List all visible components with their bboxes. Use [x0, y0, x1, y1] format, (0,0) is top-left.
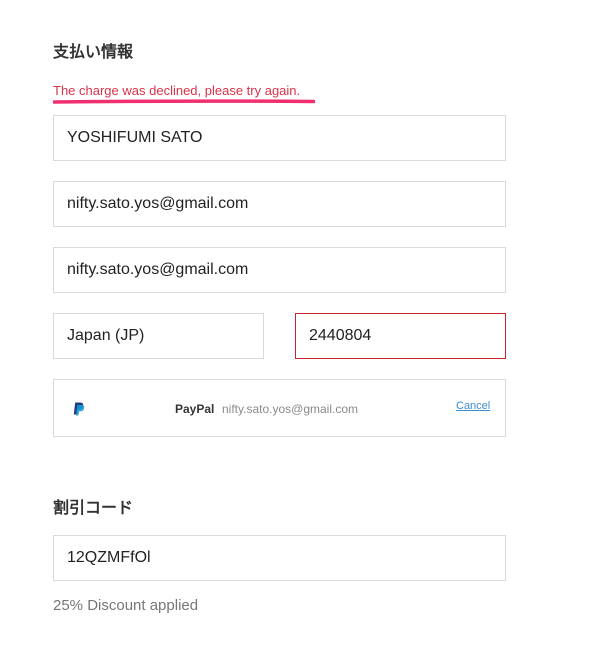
payment-error-message: The charge was declined, please try agai… — [53, 83, 301, 98]
email-input[interactable] — [53, 181, 506, 227]
discount-section-title: 割引コード — [53, 500, 134, 517]
payment-section-title: 支払い情報 — [53, 44, 134, 61]
discount-code-input[interactable] — [53, 535, 506, 581]
checkout-form: 支払い情報 The charge was declined, please tr… — [0, 0, 603, 645]
discount-status-text: 25% Discount applied — [53, 597, 199, 614]
error-highlight-underline — [53, 99, 315, 104]
cardholder-name-input[interactable] — [53, 115, 506, 161]
paypal-cancel-link[interactable]: Cancel — [456, 400, 490, 412]
email-confirm-input[interactable] — [53, 247, 506, 293]
paypal-label: PayPal — [175, 402, 215, 416]
paypal-icon — [73, 402, 85, 416]
postal-code-input[interactable] — [295, 313, 506, 359]
paypal-email: nifty.sato.yos@gmail.com — [222, 402, 359, 416]
paypal-account-box: PayPal nifty.sato.yos@gmail.com Cancel — [53, 379, 506, 437]
country-select[interactable] — [53, 313, 264, 359]
payment-error: The charge was declined, please try agai… — [53, 82, 315, 104]
